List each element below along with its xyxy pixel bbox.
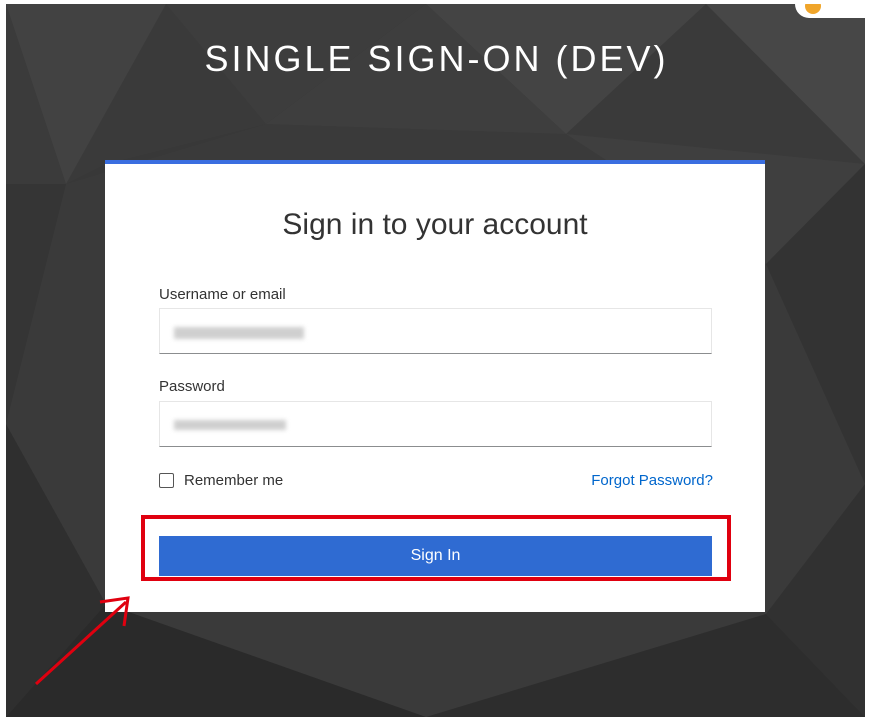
password-label: Password [159, 378, 225, 395]
username-redacted-value [174, 327, 304, 339]
remember-me-row: Remember me [159, 472, 283, 489]
username-label: Username or email [159, 286, 286, 303]
arrow-annotation-icon [34, 596, 130, 686]
corner-dot-icon [805, 4, 821, 14]
username-input[interactable] [159, 308, 712, 354]
page-title: SINGLE SIGN-ON (DEV) [204, 38, 669, 79]
card-heading: Sign in to your account [282, 208, 588, 241]
password-input[interactable] [159, 401, 712, 447]
remember-me-label: Remember me [184, 472, 284, 489]
highlight-annotation-box [141, 515, 731, 581]
corner-overlay [795, 4, 865, 18]
remember-me-checkbox[interactable] [159, 473, 174, 488]
password-masked-value [174, 420, 286, 430]
forgot-password-link[interactable]: Forgot Password? [591, 472, 713, 489]
